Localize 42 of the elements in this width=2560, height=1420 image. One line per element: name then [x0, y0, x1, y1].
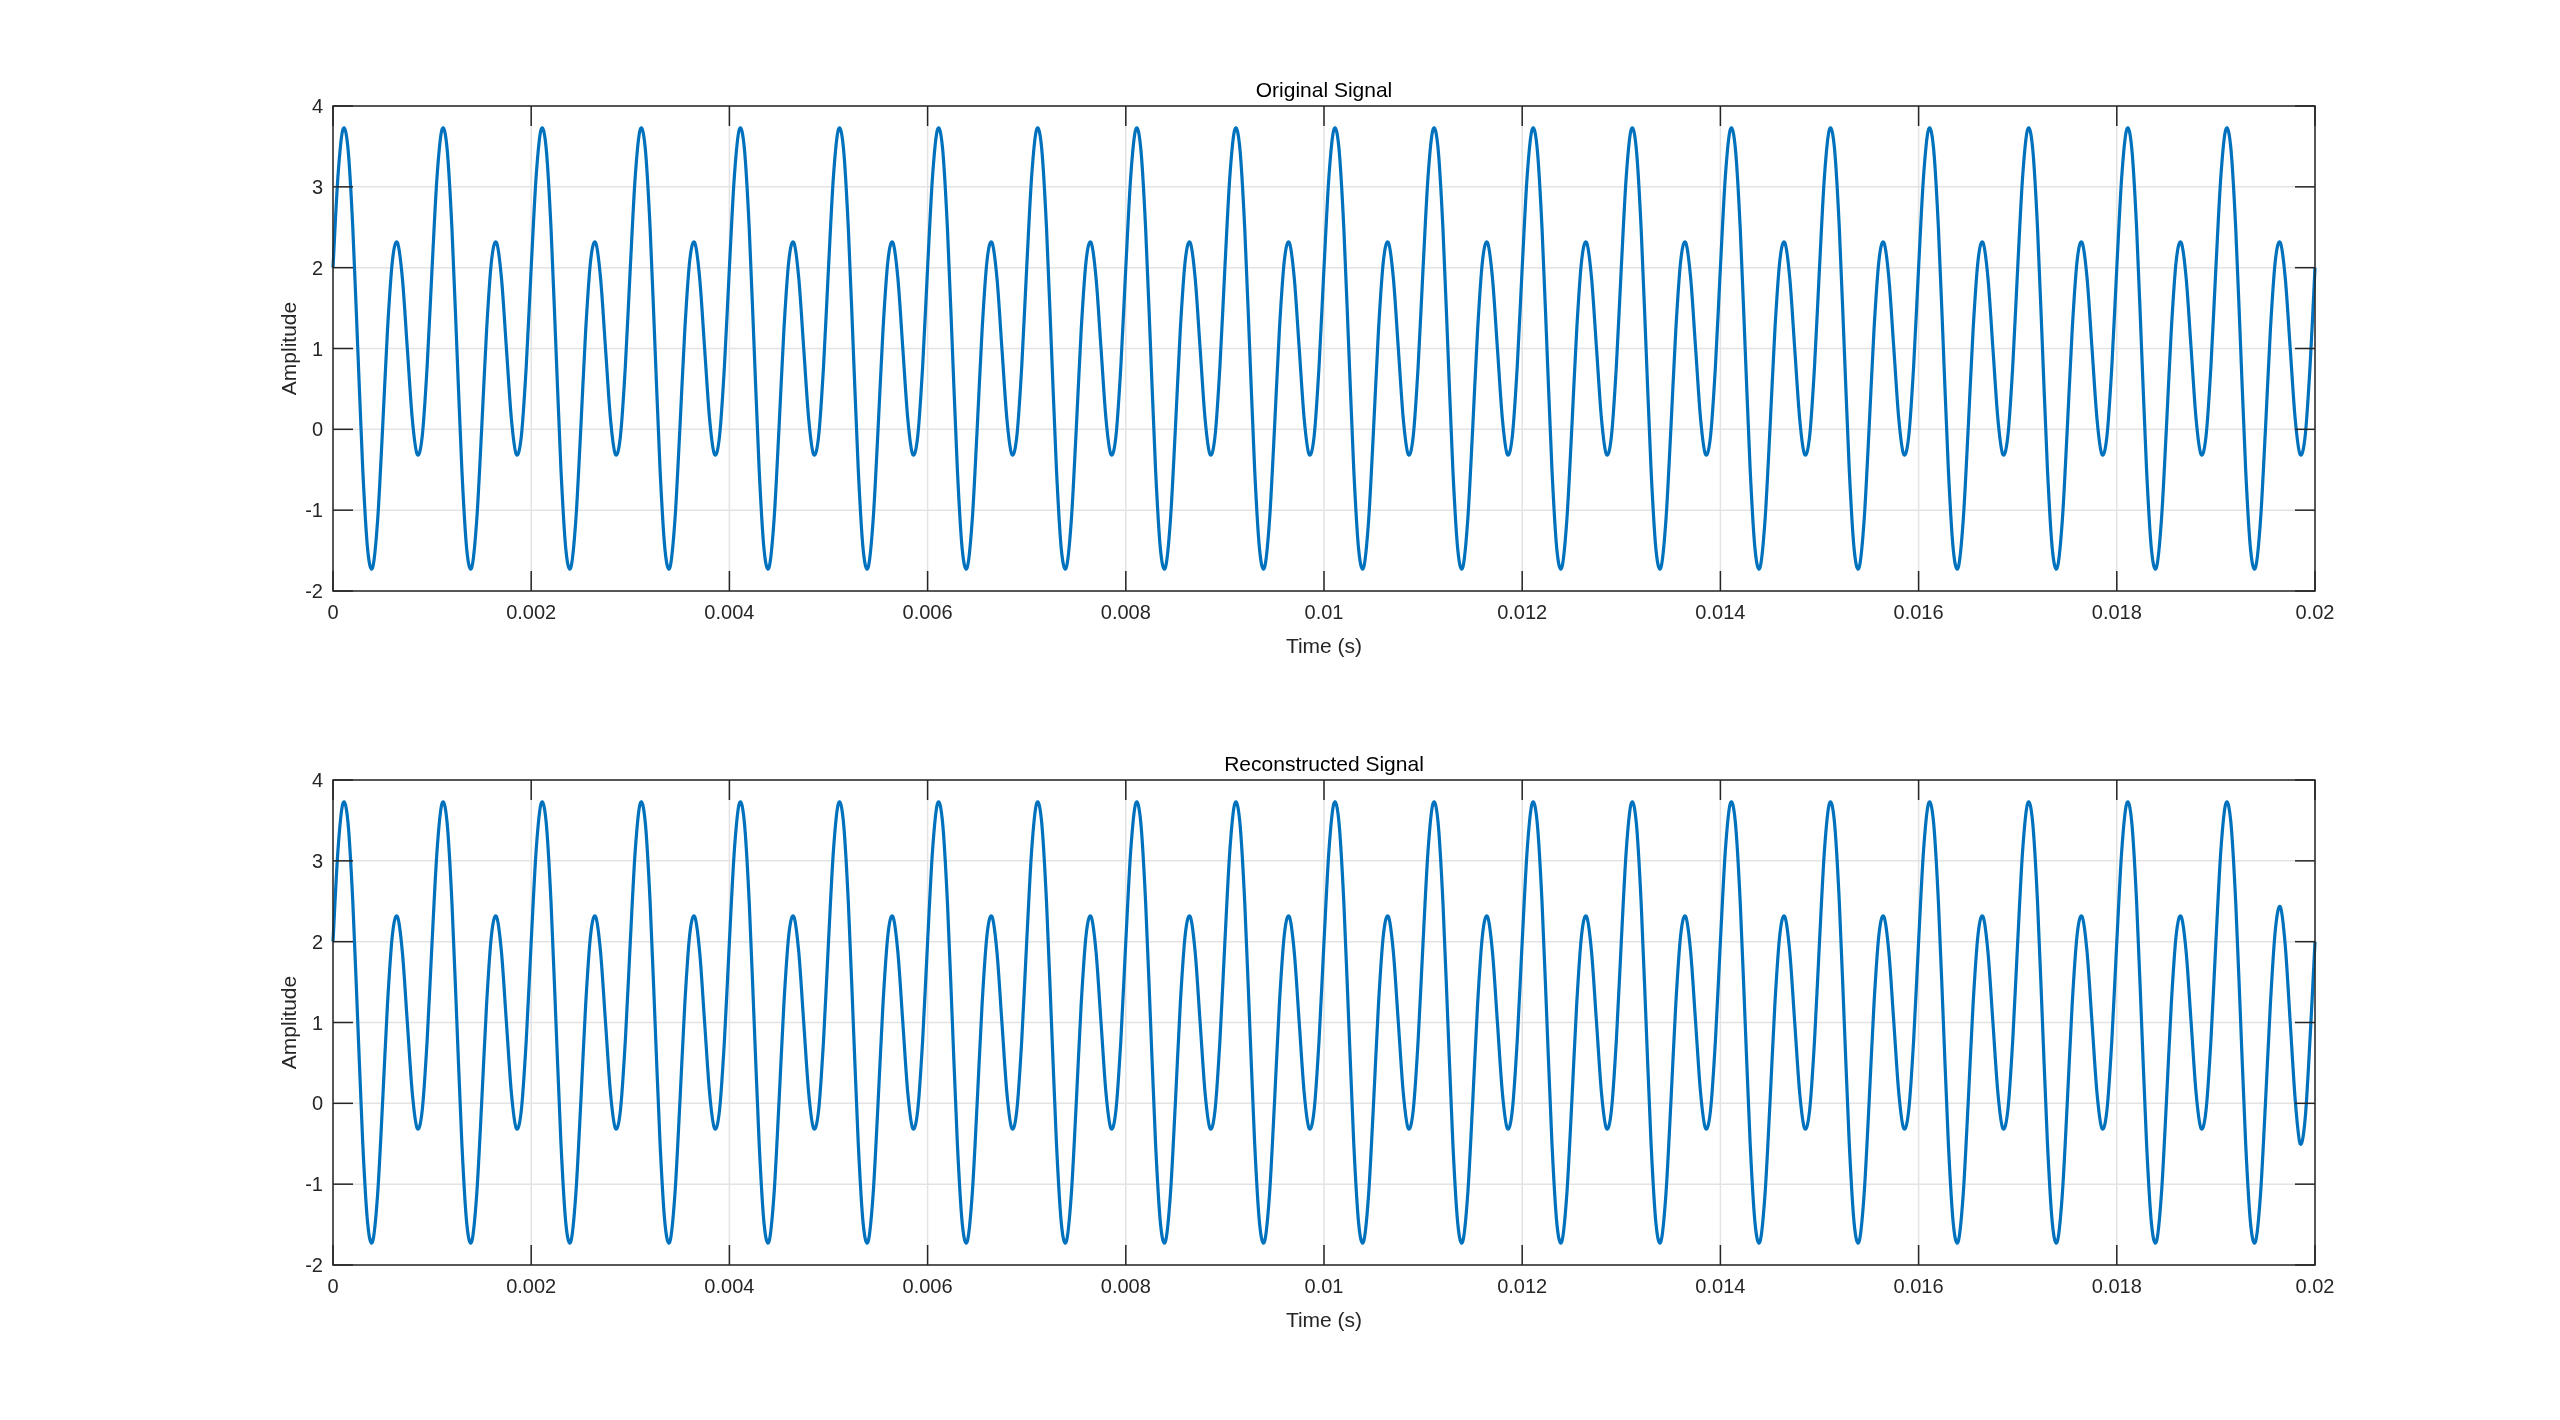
y-tick-label: -2: [305, 1254, 323, 1276]
x-tick-label: 0.01: [1304, 1275, 1344, 1297]
x-tick-label: 0.012: [1497, 1275, 1548, 1297]
x-tick-label: 0.016: [1893, 1275, 1944, 1297]
x-tick-label: 0.014: [1695, 1275, 1746, 1297]
x-tick-label: 0.008: [1100, 601, 1151, 623]
y-axis-label: Amplitude: [277, 301, 300, 396]
y-tick-label: -1: [305, 499, 323, 522]
y-tick-label: 4: [311, 769, 323, 791]
y-tick-label: -2: [305, 580, 323, 602]
y-tick-label: 3: [311, 849, 323, 872]
x-tick-label: 0.002: [506, 601, 557, 623]
chart-title: Original Signal: [1255, 78, 1393, 101]
x-tick-label: 0.01: [1304, 601, 1344, 623]
y-tick-label: 0: [311, 418, 323, 441]
y-tick-label: -1: [305, 1173, 323, 1196]
y-axis-label: Amplitude: [277, 975, 300, 1070]
x-tick-label: 0.02: [2295, 601, 2335, 623]
x-tick-label: 0.02: [2295, 1275, 2335, 1297]
x-axis-label: Time (s): [1285, 634, 1363, 657]
x-tick-label: 0.012: [1497, 601, 1548, 623]
x-axis-label: Time (s): [1285, 1308, 1363, 1331]
x-tick-label: 0.006: [902, 601, 953, 623]
x-tick-label: 0.018: [2091, 1275, 2142, 1297]
y-tick-label: 4: [311, 95, 323, 117]
y-tick-label: 2: [311, 256, 323, 279]
y-tick-label: 1: [311, 337, 323, 360]
x-tick-label: 0: [327, 601, 339, 623]
y-tick-label: 3: [311, 175, 323, 198]
x-tick-label: 0.014: [1695, 601, 1746, 623]
x-tick-label: 0.018: [2091, 601, 2142, 623]
x-tick-label: 0: [327, 1275, 339, 1297]
x-tick-label: 0.002: [506, 1275, 557, 1297]
x-tick-label: 0.004: [704, 1275, 755, 1297]
y-tick-label: 2: [311, 930, 323, 953]
y-tick-label: 0: [311, 1092, 323, 1115]
x-tick-label: 0.006: [902, 1275, 953, 1297]
x-tick-label: 0.016: [1893, 601, 1944, 623]
x-tick-label: 0.008: [1100, 1275, 1151, 1297]
chart-title: Reconstructed Signal: [1224, 752, 1424, 775]
y-tick-label: 1: [311, 1011, 323, 1034]
x-tick-label: 0.004: [704, 601, 755, 623]
